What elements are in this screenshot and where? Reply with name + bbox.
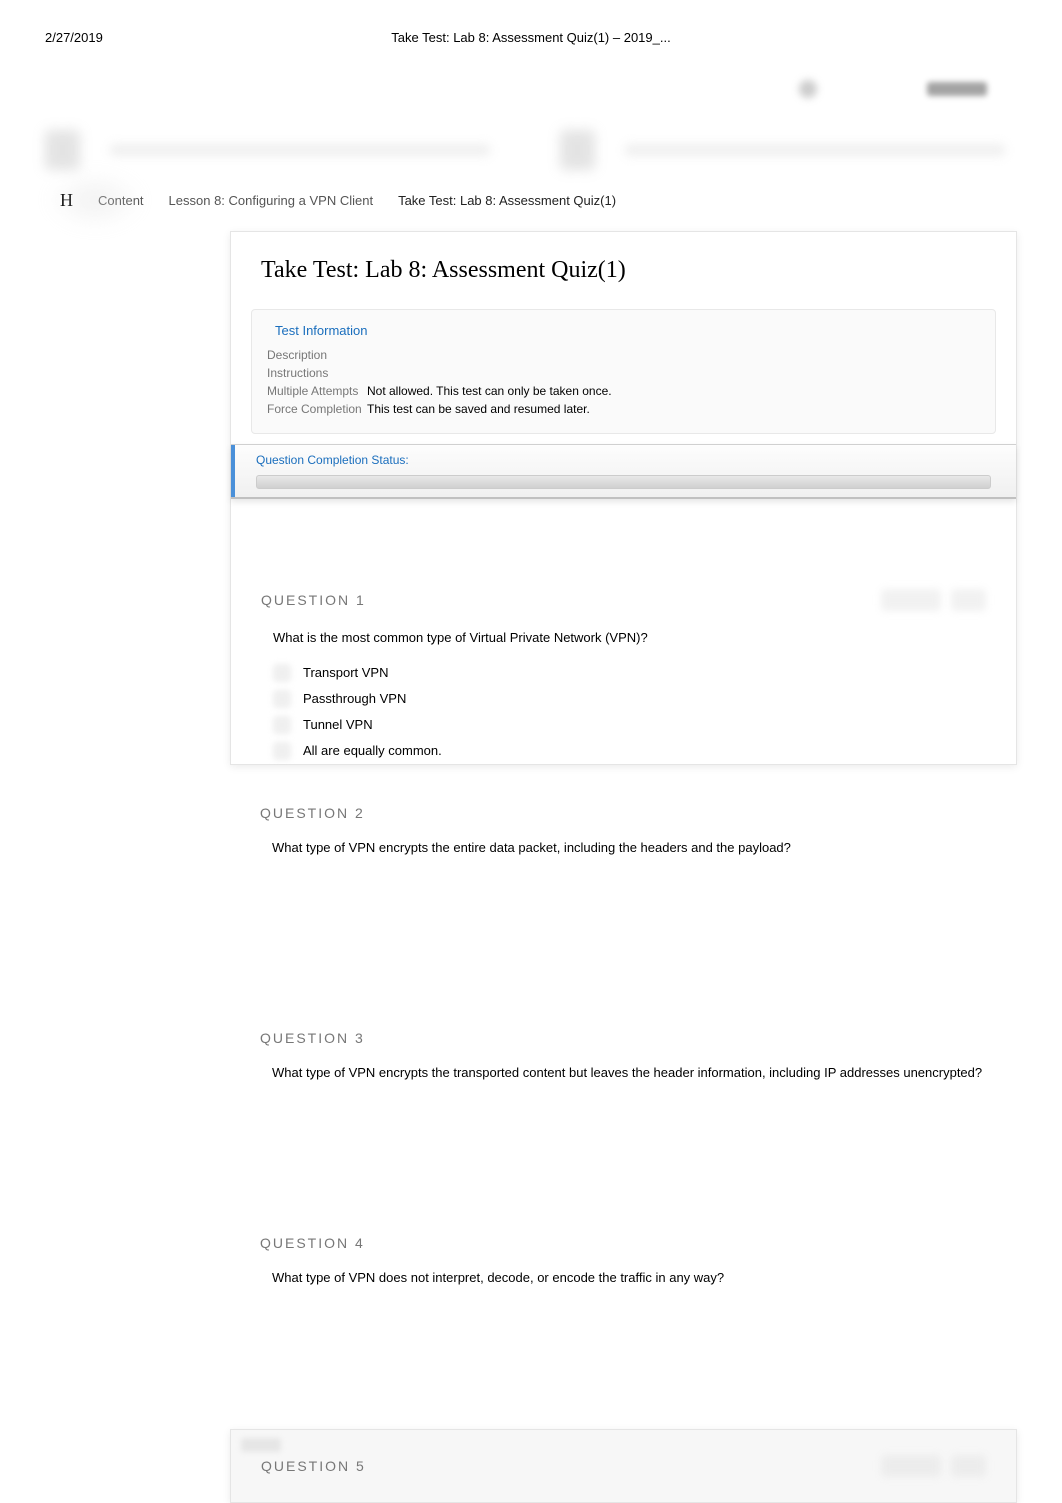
info-row-completion: Force Completion This test can be saved … [267, 400, 980, 418]
answer-c-text: Tunnel VPN [303, 717, 373, 732]
completion-label: Force Completion [267, 402, 367, 416]
top-app-bar [45, 75, 1017, 125]
info-row-instructions: Instructions [267, 364, 980, 382]
nav-home-icon[interactable] [45, 130, 80, 170]
answer-a-text: Transport VPN [303, 665, 389, 680]
answer-option[interactable]: Tunnel VPN [273, 712, 986, 738]
question-1-label: QUESTION 1 [261, 592, 366, 608]
top-bar-right-controls [799, 80, 987, 98]
question-1-text: What is the most common type of Virtual … [261, 629, 986, 660]
attempts-value: Not allowed. This test can only be taken… [367, 384, 612, 398]
print-header: 2/27/2019 Take Test: Lab 8: Assessment Q… [0, 0, 1062, 55]
radio-icon[interactable] [273, 690, 291, 708]
question-2-text: What type of VPN encrypts the entire dat… [260, 839, 987, 870]
question-1-answers: Transport VPN Passthrough VPN Tunnel VPN… [261, 660, 986, 764]
question-1-header: QUESTION 1 [261, 589, 986, 629]
test-info-heading[interactable]: Test Information [267, 320, 980, 346]
save-answer-button[interactable] [951, 1455, 986, 1477]
save-answer-button[interactable] [951, 589, 986, 611]
breadcrumb: H Content Lesson 8: Configuring a VPN Cl… [45, 190, 1017, 221]
completion-value: This test can be saved and resumed later… [367, 402, 590, 416]
points-badge [881, 589, 941, 611]
nav-strip [45, 125, 1017, 175]
logout-button[interactable] [927, 82, 987, 96]
question-5-label: QUESTION 5 [261, 1458, 366, 1474]
answer-b-text: Passthrough VPN [303, 691, 406, 706]
radio-icon[interactable] [273, 664, 291, 682]
answer-d-text: All are equally common. [303, 743, 442, 758]
nav-menu-icon[interactable] [560, 130, 595, 170]
description-label: Description [267, 348, 367, 362]
question-2-label: QUESTION 2 [260, 805, 365, 821]
points-badge [881, 1455, 941, 1477]
main-content-panel: Take Test: Lab 8: Assessment Quiz(1) Tes… [230, 231, 1017, 765]
question-4-text: What type of VPN does not interpret, dec… [260, 1269, 987, 1300]
question-3-label: QUESTION 3 [260, 1030, 365, 1046]
question-2-header: QUESTION 2 [260, 805, 987, 839]
question-3-block: QUESTION 3 What type of VPN encrypts the… [230, 1030, 1017, 1205]
question-5-indicator [241, 1438, 281, 1452]
question-2-block: QUESTION 2 What type of VPN encrypts the… [230, 805, 1017, 1000]
nav-secondary-title [625, 144, 1005, 156]
question-5-controls [881, 1455, 986, 1477]
sidebar-collapsed-icon[interactable] [45, 170, 145, 230]
answer-option[interactable]: Passthrough VPN [273, 686, 986, 712]
print-document-title: Take Test: Lab 8: Assessment Quiz(1) – 2… [391, 30, 670, 45]
question-4-header: QUESTION 4 [260, 1235, 987, 1269]
breadcrumb-lesson[interactable]: Lesson 8: Configuring a VPN Client [169, 193, 374, 208]
question-5-header: QUESTION 5 [261, 1455, 986, 1477]
question-3-header: QUESTION 3 [260, 1030, 987, 1064]
question-1-controls [881, 589, 986, 611]
answer-option[interactable]: All are equally common. [273, 738, 986, 764]
question-4-block: QUESTION 4 What type of VPN does not int… [230, 1235, 1017, 1300]
status-progress-bar[interactable] [256, 475, 991, 489]
page-title: Take Test: Lab 8: Assessment Quiz(1) [231, 257, 1016, 309]
question-5-block: QUESTION 5 [230, 1429, 1017, 1503]
question-completion-status-bar: Question Completion Status: [231, 444, 1016, 499]
nav-course-title [110, 144, 490, 156]
radio-icon[interactable] [273, 742, 291, 760]
breadcrumb-current: Take Test: Lab 8: Assessment Quiz(1) [398, 193, 616, 208]
question-1-block: QUESTION 1 What is the most common type … [231, 589, 1016, 764]
info-row-attempts: Multiple Attempts Not allowed. This test… [267, 382, 980, 400]
status-label: Question Completion Status: [256, 453, 991, 467]
instructions-label: Instructions [267, 366, 367, 380]
print-date: 2/27/2019 [45, 30, 103, 45]
question-3-text: What type of VPN encrypts the transporte… [260, 1064, 987, 1095]
test-information-box: Test Information Description Instruction… [251, 309, 996, 434]
question-4-label: QUESTION 4 [260, 1235, 365, 1251]
user-avatar-icon[interactable] [799, 80, 817, 98]
answer-option[interactable]: Transport VPN [273, 660, 986, 686]
attempts-label: Multiple Attempts [267, 384, 367, 398]
info-row-description: Description [267, 346, 980, 364]
radio-icon[interactable] [273, 716, 291, 734]
